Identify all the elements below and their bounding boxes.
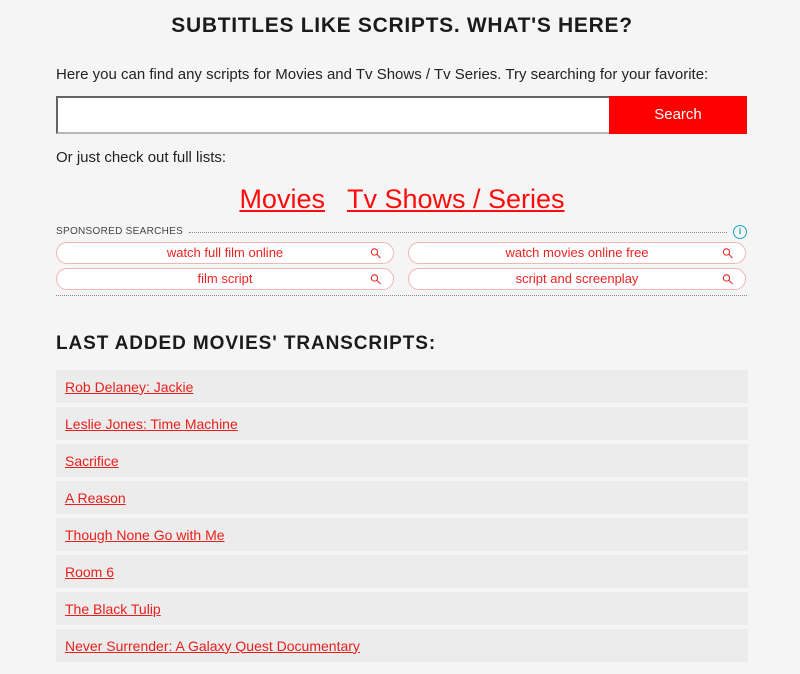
sponsored-item[interactable]: film script xyxy=(56,268,394,290)
movie-link[interactable]: Sacrifice xyxy=(65,452,119,470)
search-icon xyxy=(722,248,733,259)
full-lists-links: Movies Tv Shows / Series xyxy=(56,182,748,216)
movie-link[interactable]: Leslie Jones: Time Machine xyxy=(65,415,238,433)
sponsored-items: watch full film online watch movies onli… xyxy=(56,242,747,290)
sponsored-item-label: film script xyxy=(197,271,253,286)
sponsored-item[interactable]: watch movies online free xyxy=(408,242,746,264)
last-added-title: LAST ADDED MOVIES' TRANSCRIPTS: xyxy=(56,333,437,354)
last-added-list: Rob Delaney: Jackie Leslie Jones: Time M… xyxy=(56,370,748,662)
list-item[interactable]: Rob Delaney: Jackie xyxy=(56,370,748,403)
movie-link[interactable]: Room 6 xyxy=(65,563,114,581)
sponsored-searches-block: SPONSORED SEARCHES i watch full film onl… xyxy=(56,225,747,296)
page-root: SUBTITLES LIKE SCRIPTS. WHAT'S HERE? Her… xyxy=(0,0,800,674)
list-item[interactable]: The Black Tulip xyxy=(56,592,748,625)
search-icon xyxy=(370,248,381,259)
sponsored-header: SPONSORED SEARCHES i xyxy=(56,225,747,239)
sponsored-item-label: script and screenplay xyxy=(515,271,639,286)
sponsored-item-label: watch full film online xyxy=(166,245,284,260)
intro-text: Here you can find any scripts for Movies… xyxy=(56,66,709,83)
sponsored-item[interactable]: watch full film online xyxy=(56,242,394,264)
link-tv-shows-series[interactable]: Tv Shows / Series xyxy=(347,184,565,214)
list-item[interactable]: Room 6 xyxy=(56,555,748,588)
sponsored-label: SPONSORED SEARCHES xyxy=(56,226,184,237)
full-lists-note: Or just check out full lists: xyxy=(56,149,227,166)
sponsored-divider xyxy=(189,231,727,233)
search-icon xyxy=(370,274,381,285)
list-item[interactable]: Leslie Jones: Time Machine xyxy=(56,407,748,440)
movie-link[interactable]: The Black Tulip xyxy=(65,600,161,618)
search-form: Search xyxy=(56,96,747,134)
movie-link[interactable]: A Reason xyxy=(65,489,126,507)
content-column: SUBTITLES LIKE SCRIPTS. WHAT'S HERE? Her… xyxy=(56,0,748,666)
movie-link[interactable]: Never Surrender: A Galaxy Quest Document… xyxy=(65,637,360,655)
list-item[interactable]: Sacrifice xyxy=(56,444,748,477)
sponsored-item[interactable]: script and screenplay xyxy=(408,268,746,290)
list-item[interactable]: A Reason xyxy=(56,481,748,514)
search-button[interactable]: Search xyxy=(609,96,747,134)
search-input[interactable] xyxy=(56,96,609,134)
search-icon xyxy=(722,274,733,285)
list-item[interactable]: Never Surrender: A Galaxy Quest Document… xyxy=(56,629,748,662)
movie-link[interactable]: Rob Delaney: Jackie xyxy=(65,378,193,396)
page-title: SUBTITLES LIKE SCRIPTS. WHAT'S HERE? xyxy=(171,14,633,37)
list-item[interactable]: Though None Go with Me xyxy=(56,518,748,551)
link-movies[interactable]: Movies xyxy=(239,184,325,214)
info-icon[interactable]: i xyxy=(733,225,747,239)
sponsored-item-label: watch movies online free xyxy=(505,245,649,260)
movie-link[interactable]: Though None Go with Me xyxy=(65,526,225,544)
